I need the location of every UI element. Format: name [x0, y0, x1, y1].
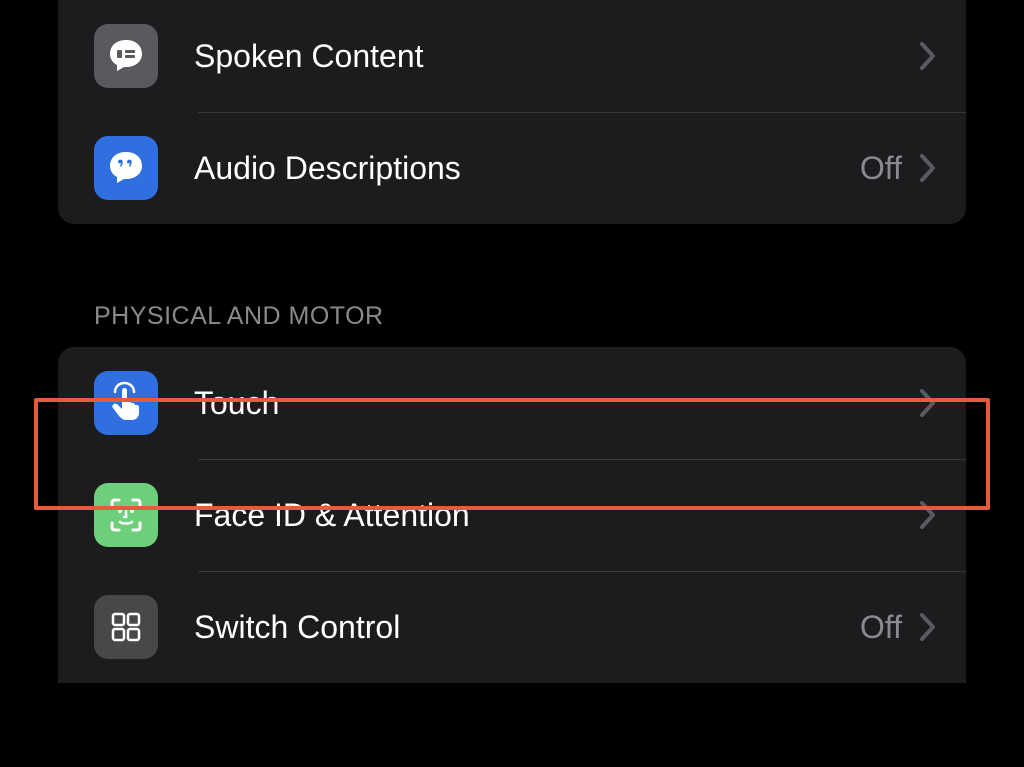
row-label: Face ID & Attention: [194, 497, 920, 534]
face-id-icon: [94, 483, 158, 547]
speech-bubble-icon: [94, 24, 158, 88]
row-value: Off: [860, 150, 902, 187]
row-audio-descriptions[interactable]: Audio Descriptions Off: [58, 112, 966, 224]
row-label: Audio Descriptions: [194, 150, 860, 187]
row-touch[interactable]: Touch: [58, 347, 966, 459]
settings-group-1: Spoken Content Audio Descriptions Off: [58, 0, 966, 224]
row-value: Off: [860, 609, 902, 646]
chevron-right-icon: [920, 389, 936, 417]
chevron-right-icon: [920, 154, 936, 182]
pointing-hand-icon: [94, 371, 158, 435]
quote-bubble-icon: [94, 136, 158, 200]
chevron-right-icon: [920, 501, 936, 529]
row-label: Touch: [194, 385, 920, 422]
chevron-right-icon: [920, 613, 936, 641]
settings-group-2: Touch Face ID & Attention: [58, 347, 966, 683]
group-header-physical-motor: PHYSICAL AND MOTOR: [94, 302, 1024, 331]
row-spoken-content[interactable]: Spoken Content: [58, 0, 966, 112]
row-face-id-attention[interactable]: Face ID & Attention: [58, 459, 966, 571]
row-label: Spoken Content: [194, 38, 920, 75]
row-label: Switch Control: [194, 609, 860, 646]
grid-squares-icon: [94, 595, 158, 659]
chevron-right-icon: [920, 42, 936, 70]
row-switch-control[interactable]: Switch Control Off: [58, 571, 966, 683]
